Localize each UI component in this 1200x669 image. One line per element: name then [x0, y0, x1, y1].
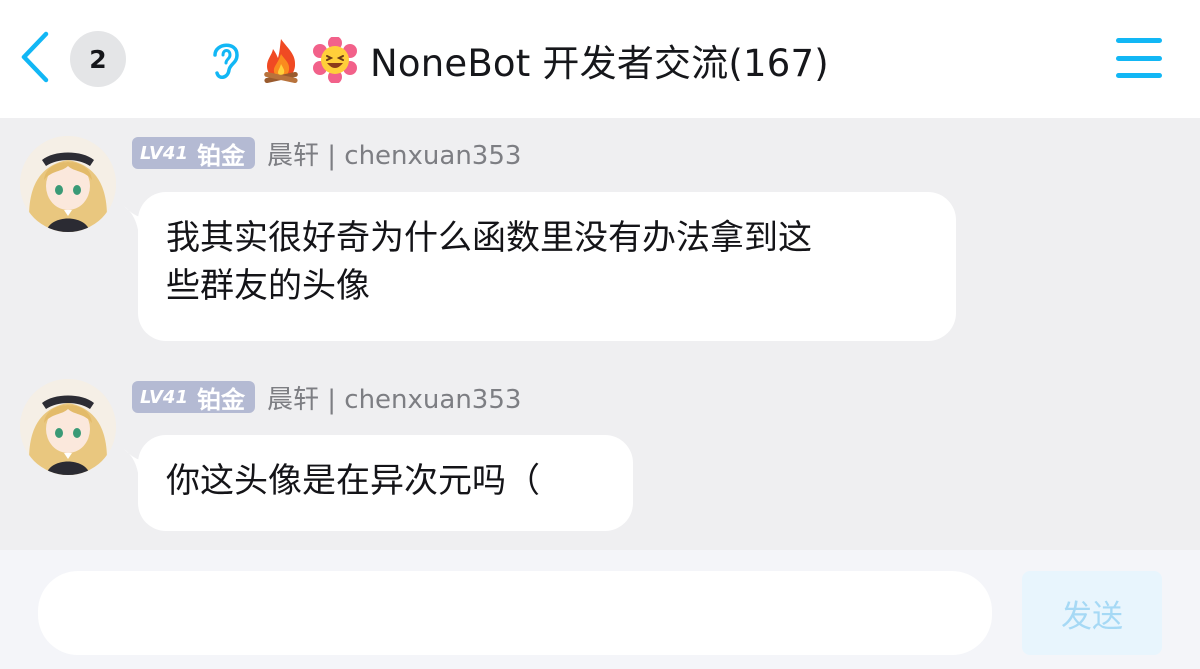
- message-bubble[interactable]: 你这头像是在异次元吗（: [138, 435, 633, 531]
- message-bubble[interactable]: 我其实很好奇为什么函数里没有办法拿到这 些群友的头像: [138, 192, 956, 341]
- chat-title: NoneBot 开发者交流(167): [370, 42, 829, 85]
- level-badge: LV41 铂金: [132, 381, 255, 414]
- rank-text: 铂金: [196, 385, 245, 414]
- fire-emoji-icon: [264, 39, 298, 83]
- sender-name[interactable]: 晨轩 | chenxuan353: [267, 379, 521, 416]
- level-badge: LV41 铂金: [132, 137, 255, 170]
- input-bar: 发送: [0, 550, 1200, 669]
- unread-count-badge[interactable]: 2: [70, 31, 126, 87]
- message-input[interactable]: [38, 571, 992, 655]
- level-text: LV41: [140, 386, 188, 408]
- grinning-flower-emoji-icon: [313, 37, 357, 83]
- rank-text: 铂金: [196, 141, 245, 170]
- avatar[interactable]: [20, 136, 116, 232]
- level-text: LV41: [140, 142, 188, 164]
- back-chevron-icon[interactable]: [14, 28, 58, 86]
- sender-name[interactable]: 晨轩 | chenxuan353: [267, 135, 521, 172]
- menu-icon[interactable]: [1116, 38, 1162, 78]
- ear-icon: [213, 43, 239, 79]
- chat-title-bar[interactable]: NoneBot 开发者交流(167): [206, 32, 829, 88]
- send-button[interactable]: 发送: [1022, 571, 1162, 655]
- chat-header: 2 NoneBot 开发者交流(167): [0, 0, 1200, 118]
- avatar[interactable]: [20, 379, 116, 475]
- message-meta: LV41 铂金 晨轩 | chenxuan353: [132, 135, 521, 171]
- message-meta: LV41 铂金 晨轩 | chenxuan353: [132, 379, 521, 415]
